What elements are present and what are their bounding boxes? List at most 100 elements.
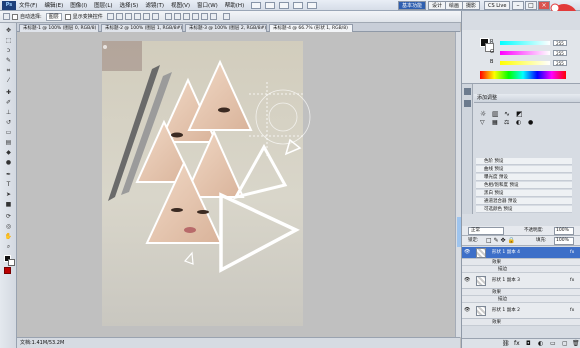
marquee-tool-icon[interactable]: ⬚	[3, 37, 14, 45]
link-layers-icon[interactable]: ⛓	[502, 340, 510, 347]
vibrance-icon[interactable]: ▽	[480, 119, 485, 126]
photo-filter-icon[interactable]: ●	[528, 119, 533, 126]
background-color-swatch[interactable]	[8, 259, 15, 266]
eraser-tool-icon[interactable]: ▭	[3, 129, 14, 137]
blue-slider[interactable]	[500, 61, 550, 65]
black-white-icon[interactable]: ◐	[516, 119, 521, 126]
opacity-field[interactable]: 100%	[554, 227, 574, 235]
distribute-right-icon[interactable]	[209, 13, 217, 20]
new-adjustment-icon[interactable]: ◐	[538, 340, 543, 347]
type-tool-icon[interactable]: T	[3, 181, 14, 189]
gradient-tool-icon[interactable]: ▤	[3, 139, 14, 147]
layer-row[interactable]: 👁 形状 1 副本 2 fx	[462, 303, 580, 319]
cs-live-button[interactable]: CS Live	[484, 1, 511, 10]
eyedropper-tool-icon[interactable]: ⁄	[3, 77, 14, 85]
menu-file[interactable]: 文件(F)	[19, 1, 37, 9]
menu-edit[interactable]: 编辑(E)	[44, 1, 63, 9]
hand-tool-icon[interactable]	[293, 1, 304, 9]
green-slider[interactable]	[500, 51, 550, 55]
layer-effect-stroke[interactable]: 描边	[462, 296, 580, 303]
lock-icons[interactable]: □ ✎ ✥ 🔒	[486, 237, 515, 245]
menu-filter[interactable]: 滤镜(T)	[145, 1, 164, 9]
adjustments-icon[interactable]	[464, 88, 471, 95]
fill-field[interactable]: 100%	[554, 237, 574, 245]
exposure-icon[interactable]: ◩	[516, 110, 523, 118]
bridge-icon[interactable]	[251, 1, 262, 9]
distribute-bottom-icon[interactable]	[182, 13, 190, 20]
color-balance-icon[interactable]: ⚖	[504, 119, 509, 126]
path-select-tool-icon[interactable]: ➤	[3, 191, 14, 199]
tab-document-3[interactable]: 未标题-3 @ 100% (图层 2, RGB/8#)	[185, 24, 267, 32]
brush-tool-icon[interactable]: ✐	[3, 99, 14, 107]
layer-effects-row[interactable]: 效果	[462, 289, 580, 296]
masks-icon[interactable]	[464, 100, 471, 107]
layer-effects-row[interactable]: 效果	[462, 319, 580, 326]
hue-saturation-icon[interactable]: ▦	[492, 119, 498, 126]
3d-rotate-tool-icon[interactable]: ⟳	[3, 213, 14, 221]
workspace-essentials-button[interactable]: 基本功能	[398, 1, 427, 10]
hand-tool-icon[interactable]: ✋	[3, 233, 14, 241]
show-transform-checkbox[interactable]	[64, 13, 71, 20]
menu-help[interactable]: 帮助(H)	[225, 1, 244, 9]
preset-black-white[interactable]: 黑白 预设	[476, 190, 572, 197]
artwork-canvas[interactable]	[17, 32, 460, 337]
preset-hue-saturation[interactable]: 色相/饱和度 预设	[476, 182, 572, 189]
menu-window[interactable]: 窗口(W)	[197, 1, 218, 9]
workspace-photography-button[interactable]: 摄影	[462, 1, 481, 10]
new-layer-icon[interactable]: ▢	[562, 340, 568, 347]
levels-icon[interactable]: ▥	[492, 110, 499, 118]
tab-document-1[interactable]: 未标题-1 @ 100% (图层 0, RGB/8)	[19, 24, 99, 32]
crop-tool-icon[interactable]: ⌗	[3, 67, 14, 75]
blur-tool-icon[interactable]: ◆	[3, 149, 14, 157]
visibility-eye-icon[interactable]: 👁	[464, 278, 470, 283]
blue-value-field[interactable]: 255	[553, 60, 567, 66]
curves-icon[interactable]: ∿	[504, 110, 510, 118]
align-vcenter-icon[interactable]	[115, 13, 123, 20]
healing-brush-tool-icon[interactable]: ✚	[3, 89, 14, 97]
pen-tool-icon[interactable]: ✒	[3, 171, 14, 179]
minimize-button[interactable]: –	[512, 1, 524, 10]
align-bottom-icon[interactable]	[124, 13, 132, 20]
dodge-tool-icon[interactable]: ●	[3, 159, 14, 167]
quick-select-tool-icon[interactable]: ✎	[3, 57, 14, 65]
menu-layer[interactable]: 图层(L)	[94, 1, 112, 9]
brightness-icon[interactable]: ☼	[480, 110, 486, 118]
preset-exposure[interactable]: 曝光度 预设	[476, 174, 572, 181]
layer-effects-row[interactable]: 效果	[462, 259, 580, 266]
add-style-icon[interactable]: fx	[514, 340, 520, 347]
distribute-vcenter-icon[interactable]	[173, 13, 181, 20]
history-brush-tool-icon[interactable]: ↺	[3, 119, 14, 127]
blend-mode-dropdown[interactable]: 正常	[468, 227, 504, 235]
move-tool-icon[interactable]: ✥	[3, 27, 14, 35]
preset-selective-color[interactable]: 可选颜色 预设	[476, 206, 572, 213]
move-tool-icon[interactable]	[3, 13, 10, 20]
align-top-icon[interactable]	[106, 13, 114, 20]
color-spectrum-bar[interactable]	[480, 71, 566, 79]
tab-document-4[interactable]: 未标题-4 @ 66.7% (形状 1, RGB/8)	[269, 24, 353, 32]
delete-layer-icon[interactable]: 🗑	[572, 340, 580, 347]
preset-levels[interactable]: 色阶 预设	[476, 158, 572, 165]
layer-row[interactable]: 👁 形状 1 副本 3 fx	[462, 273, 580, 289]
maximize-button[interactable]: □	[525, 1, 537, 10]
arrange-icon[interactable]	[307, 1, 318, 9]
preset-curves[interactable]: 曲线 预设	[476, 166, 572, 173]
shape-tool-icon[interactable]: ■	[3, 201, 14, 209]
tab-document-2[interactable]: 未标题-2 @ 100% (图层 1, RGB/8#)	[101, 24, 183, 32]
clone-stamp-tool-icon[interactable]: ⊥	[3, 109, 14, 117]
distribute-hcenter-icon[interactable]	[200, 13, 208, 20]
align-right-icon[interactable]	[151, 13, 159, 20]
distribute-top-icon[interactable]	[164, 13, 172, 20]
zoom-tool-icon[interactable]: ⌕	[3, 243, 14, 251]
3d-orbit-tool-icon[interactable]: ◎	[3, 223, 14, 231]
distribute-left-icon[interactable]	[191, 13, 199, 20]
preset-channel-mixer[interactable]: 通道混合器 预设	[476, 198, 572, 205]
red-value-field[interactable]: 255	[553, 40, 567, 46]
auto-align-icon[interactable]	[222, 13, 230, 20]
auto-select-checkbox[interactable]	[12, 13, 18, 20]
add-mask-icon[interactable]: ◘	[526, 340, 531, 347]
green-value-field[interactable]: 255	[553, 50, 567, 56]
new-group-icon[interactable]: ▭	[550, 340, 556, 347]
quick-mask-icon[interactable]	[4, 267, 11, 274]
menu-select[interactable]: 选择(S)	[120, 1, 139, 9]
layer-effect-stroke[interactable]: 描边	[462, 266, 580, 273]
